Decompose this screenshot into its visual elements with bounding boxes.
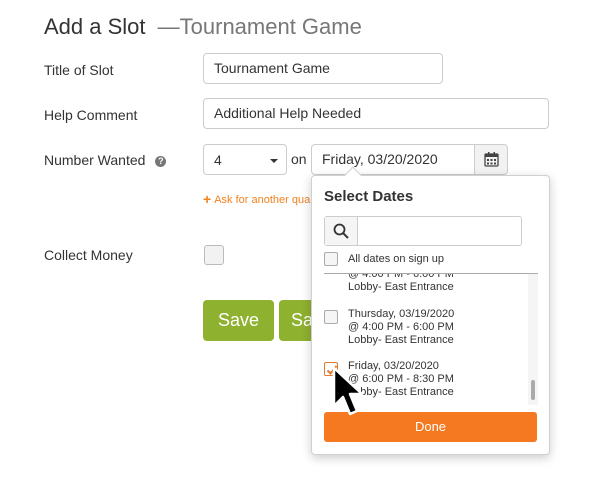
mouse-cursor-icon [332, 366, 364, 416]
calendar-icon [484, 152, 499, 167]
on-label: on [291, 151, 307, 167]
item-time: @ 4:00 PM - 6:00 PM [348, 321, 454, 333]
date-input[interactable]: Friday, 03/20/2020 [311, 144, 475, 175]
popup-title: Select Dates [324, 188, 414, 205]
ask-for-another-text: Ask for another qua [214, 194, 311, 206]
item-date: Thursday, 03/19/2020 [348, 308, 455, 320]
help-comment-label: Help Comment [44, 107, 138, 123]
date-item-checkbox[interactable] [324, 310, 338, 324]
search-button[interactable] [325, 217, 358, 245]
page-title: Add a Slot —Tournament Game [44, 14, 362, 40]
title-of-slot-input[interactable]: Tournament Game [203, 53, 443, 84]
list-scrollbar[interactable] [528, 274, 538, 405]
item-location: Lobby- East Entrance [348, 334, 454, 346]
title-of-slot-label: Title of Slot [44, 62, 114, 78]
ask-for-another-link[interactable]: + Ask for another qua [203, 191, 313, 207]
all-dates-label: All dates on sign up [348, 253, 445, 265]
page-subtitle: —Tournament Game [157, 14, 362, 39]
search-icon [333, 223, 349, 239]
calendar-button[interactable] [474, 144, 508, 175]
plus-icon: + [203, 191, 212, 207]
number-wanted-label: Number Wanted ? [44, 152, 167, 168]
question-icon[interactable]: ? [155, 155, 167, 167]
all-dates-checkbox[interactable] [324, 252, 338, 266]
date-search[interactable] [324, 216, 522, 246]
number-wanted-select[interactable]: 4 [203, 144, 287, 175]
scroll-thumb[interactable] [531, 380, 535, 400]
chevron-down-icon [270, 159, 278, 163]
help-comment-input[interactable]: Additional Help Needed [203, 98, 549, 129]
collect-money-label: Collect Money [44, 247, 133, 263]
number-wanted-text: Number Wanted [44, 152, 146, 168]
number-wanted-value: 4 [214, 152, 222, 168]
collect-money-checkbox[interactable] [204, 245, 224, 265]
page-title-main: Add a Slot [44, 14, 146, 39]
save-button[interactable]: Save [203, 300, 274, 341]
item-time: @ 4:00 PM - 6:00 PM [348, 273, 454, 280]
item-location: Lobby- East Entrance [348, 281, 454, 293]
